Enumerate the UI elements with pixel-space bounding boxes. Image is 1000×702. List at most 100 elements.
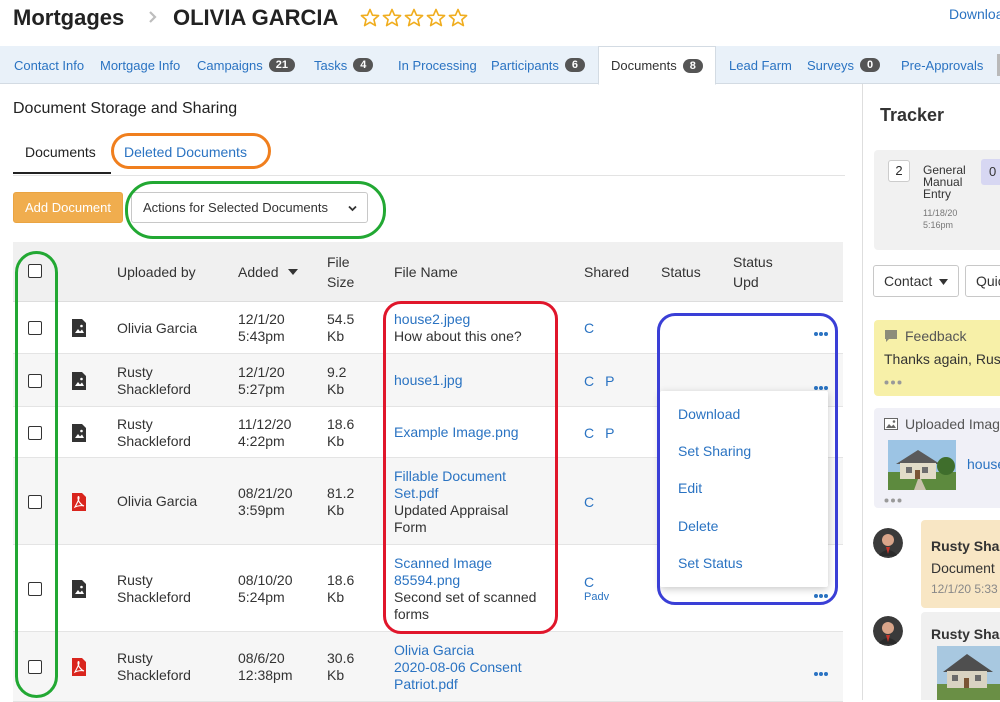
more-options-icon[interactable] xyxy=(884,498,902,503)
row-checkbox[interactable] xyxy=(28,581,42,596)
uploader-name-line: Rusty xyxy=(117,363,153,380)
uploaded-image-card[interactable]: Uploaded Image house xyxy=(874,408,1000,508)
row-checkbox[interactable] xyxy=(28,494,42,509)
breadcrumb-mortgages[interactable]: Mortgages xyxy=(13,5,124,31)
column-added[interactable]: Added xyxy=(238,262,299,282)
tab-pre-approvals[interactable]: Pre-Approvals xyxy=(901,46,983,84)
file-name-link[interactable]: Set.pdf xyxy=(394,485,508,502)
column-status-upd[interactable]: Status Upd xyxy=(733,252,773,292)
pdf-file-icon xyxy=(70,492,88,512)
tab-tasks[interactable]: Tasks 4 xyxy=(314,46,374,84)
column-file-size[interactable]: File Size xyxy=(327,252,354,292)
row-checkbox[interactable] xyxy=(28,373,42,388)
tab-mortgage-info[interactable]: Mortgage Info xyxy=(100,46,180,84)
file-name-link[interactable]: house2.jpeg xyxy=(394,311,522,328)
message-card[interactable]: Rusty Shac Document 12/1/20 5:33 xyxy=(921,520,1000,608)
comment-icon xyxy=(885,330,897,342)
row-actions-icon[interactable] xyxy=(813,324,829,336)
row-actions-icon[interactable] xyxy=(813,378,829,390)
table-row[interactable]: Rusty Shackleford 08/6/20 12:38pm 30.6 Kb Oliv… xyxy=(13,632,843,702)
menu-edit[interactable]: Edit xyxy=(678,480,702,496)
rating-stars[interactable] xyxy=(360,8,468,28)
star-icon[interactable] xyxy=(382,8,402,28)
house-thumbnail-image[interactable] xyxy=(888,440,956,490)
row-checkbox[interactable] xyxy=(28,321,42,335)
quick-action-button[interactable]: Quic xyxy=(965,265,1000,297)
added-datetime-line: 11/12/20 xyxy=(238,415,292,432)
uploaded-image-link[interactable]: house xyxy=(967,456,1000,472)
subtab-deleted-documents[interactable]: Deleted Documents xyxy=(124,144,247,160)
tab-documents[interactable]: Documents 8 xyxy=(598,46,716,85)
file-name-link[interactable]: Example Image.png xyxy=(394,424,519,441)
tab-label: Tasks xyxy=(314,57,348,73)
shared-extra-label[interactable]: Padv xyxy=(584,591,609,603)
column-file-name[interactable]: File Name xyxy=(394,262,458,282)
shared-with-link[interactable]: C xyxy=(584,574,594,590)
row-checkbox[interactable] xyxy=(28,425,42,440)
file-name-cell: Fillable Document Set.pdf Updated Appraisa… xyxy=(394,468,508,536)
star-icon[interactable] xyxy=(448,8,468,28)
file-description: Form xyxy=(394,518,427,535)
shared-with-link[interactable]: C xyxy=(584,494,594,510)
actions-dropdown-button[interactable]: Actions for Selected Documents xyxy=(131,192,368,223)
stage-date: 11/18/20 xyxy=(923,208,958,218)
file-name-link[interactable]: Patriot.pdf xyxy=(394,676,522,693)
tab-contact-info[interactable]: Contact Info xyxy=(14,46,84,84)
menu-download[interactable]: Download xyxy=(678,406,740,422)
added-datetime: 08/10/20 5:24pm xyxy=(238,572,293,606)
file-name-link[interactable]: 2020-08-06 Consent xyxy=(394,659,522,676)
file-size: 54.5 Kb xyxy=(327,311,354,345)
tab-surveys[interactable]: Surveys 0 xyxy=(807,46,881,84)
stage-other-count[interactable]: 0 xyxy=(981,159,1000,185)
tab-participants[interactable]: Participants 6 xyxy=(491,46,586,84)
message-card[interactable]: Rusty Shac xyxy=(921,612,1000,700)
add-document-button[interactable]: Add Document xyxy=(13,192,123,223)
select-all-checkbox[interactable] xyxy=(28,264,42,278)
tracker-panel: Tracker 2 General Manual Entry 11/18/20 … xyxy=(862,84,1000,700)
file-size-line: 30.6 xyxy=(327,650,355,666)
row-actions-icon[interactable] xyxy=(813,664,829,676)
star-icon[interactable] xyxy=(360,8,380,28)
file-name-link[interactable]: 85594.png xyxy=(394,572,536,589)
menu-delete[interactable]: Delete xyxy=(678,518,718,534)
file-name-link[interactable]: Fillable Document xyxy=(394,468,508,485)
menu-set-sharing[interactable]: Set Sharing xyxy=(678,443,751,459)
uploader-name: Rusty Shackleford xyxy=(117,416,191,450)
column-status[interactable]: Status xyxy=(661,262,701,282)
star-icon[interactable] xyxy=(404,8,424,28)
star-icon[interactable] xyxy=(426,8,446,28)
file-name-link[interactable]: Scanned Image xyxy=(394,555,536,572)
avatar xyxy=(873,528,903,558)
shared-cell: CP xyxy=(584,373,625,390)
tab-label: Lead Farm xyxy=(729,57,792,73)
contact-dropdown-button[interactable]: Contact xyxy=(873,265,959,297)
shared-with-link[interactable]: C xyxy=(584,373,594,389)
shared-with-link[interactable]: P xyxy=(605,425,614,441)
shared-with-link[interactable]: C xyxy=(584,320,594,336)
file-description: How about this one? xyxy=(394,328,522,344)
subtab-documents[interactable]: Documents xyxy=(13,134,111,174)
file-name-link[interactable]: house1.jpg xyxy=(394,372,463,389)
more-options-icon[interactable] xyxy=(884,380,902,385)
table-row[interactable]: Olivia Garcia 12/1/20 5:43pm 54.5 Kb house2.j… xyxy=(13,302,843,354)
tab-lead-farm[interactable]: Lead Farm xyxy=(729,46,792,84)
tab-in-processing[interactable]: In Processing xyxy=(398,46,477,84)
uploader-name: Rusty Shackleford xyxy=(117,364,191,398)
feedback-card[interactable]: Feedback Thanks again, Rus xyxy=(874,320,1000,396)
column-uploaded-by[interactable]: Uploaded by xyxy=(117,262,196,282)
column-shared[interactable]: Shared xyxy=(584,262,629,282)
download-link[interactable]: Download xyxy=(949,6,1000,22)
image-file-icon xyxy=(70,371,88,391)
message-time: 12/1/20 5:33 xyxy=(931,582,998,596)
tab-campaigns[interactable]: Campaigns 21 xyxy=(197,46,296,84)
house-thumbnail-image[interactable] xyxy=(937,646,1000,700)
tab-label: Pre-Approvals xyxy=(901,57,984,73)
shared-with-link[interactable]: P xyxy=(605,373,614,389)
row-checkbox[interactable] xyxy=(28,660,42,674)
column-file-size-line1: File xyxy=(327,254,350,270)
shared-with-link[interactable]: C xyxy=(584,425,594,441)
file-name-link[interactable]: Olivia Garcia xyxy=(394,642,522,659)
tracker-stage-card[interactable]: 2 General Manual Entry 11/18/20 5:16pm 0 xyxy=(874,150,1000,250)
added-datetime-line: 5:24pm xyxy=(238,588,285,605)
menu-set-status[interactable]: Set Status xyxy=(678,555,743,571)
